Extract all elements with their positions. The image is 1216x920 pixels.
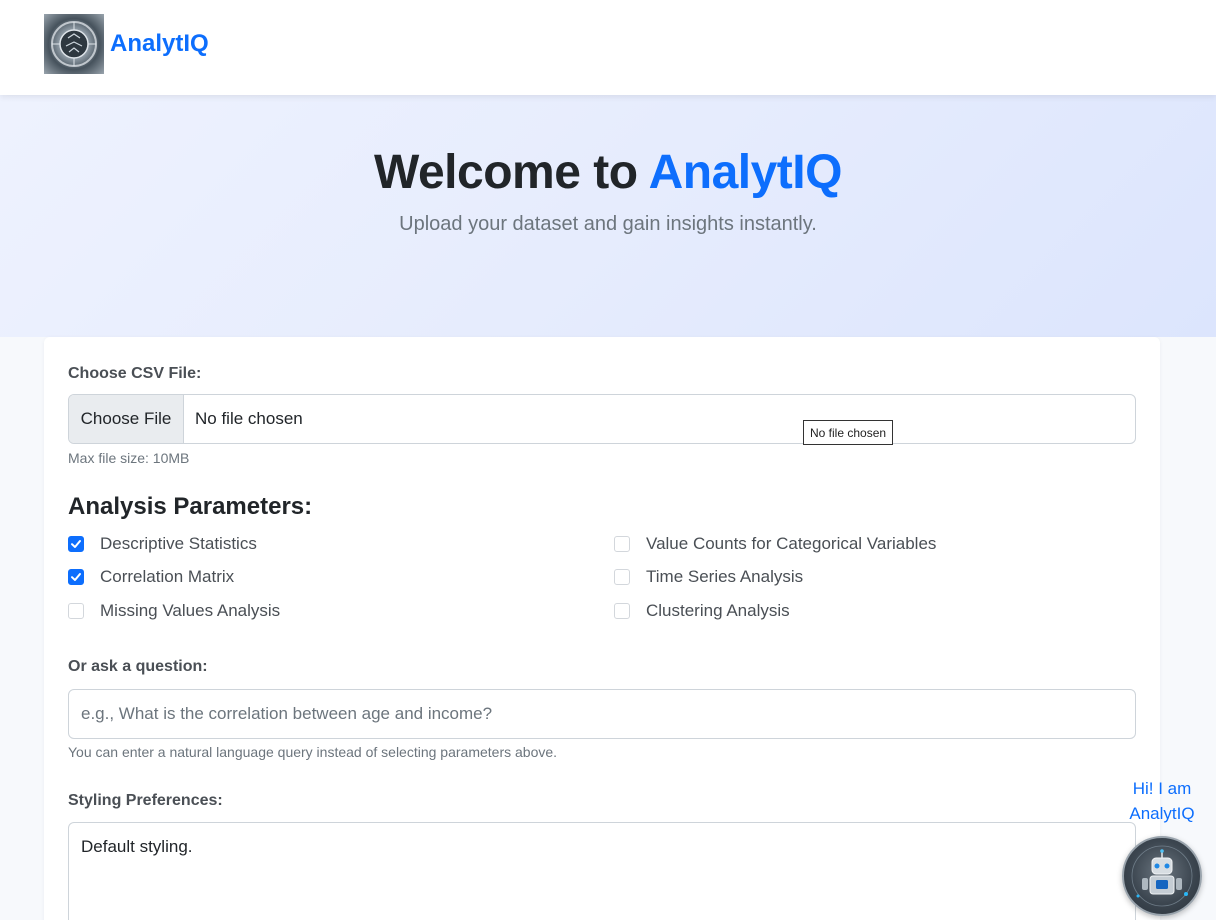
csv-file-input[interactable]: Choose File No file chosen bbox=[68, 394, 1136, 444]
option-label: Time Series Analysis bbox=[646, 567, 804, 586]
file-size-help: Max file size: 10MB bbox=[68, 450, 190, 466]
option-label: Clustering Analysis bbox=[646, 601, 790, 620]
hero-subtitle: Upload your dataset and gain insights in… bbox=[399, 213, 817, 235]
option-missing-values-analysis[interactable]: Missing Values Analysis bbox=[68, 601, 280, 621]
styling-textarea[interactable]: Default styling. bbox=[68, 822, 1136, 920]
choose-file-button[interactable]: Choose File bbox=[69, 395, 184, 443]
csv-file-label: Choose CSV File: bbox=[68, 365, 202, 382]
option-label: Correlation Matrix bbox=[100, 567, 235, 586]
hero-title: Welcome to AnalytIQ bbox=[0, 145, 1216, 200]
option-label: Missing Values Analysis bbox=[100, 601, 281, 620]
option-clustering-analysis[interactable]: Clustering Analysis bbox=[614, 601, 790, 621]
option-descriptive-statistics[interactable]: Descriptive Statistics bbox=[68, 534, 257, 554]
robot-avatar-icon[interactable] bbox=[1122, 836, 1202, 916]
question-help: You can enter a natural language query i… bbox=[68, 744, 558, 760]
circuit-brain-logo-icon bbox=[44, 14, 104, 74]
checkbox-checked-icon[interactable] bbox=[68, 536, 84, 552]
chatbot-greeting-line1: Hi! I am bbox=[1132, 779, 1192, 798]
analysis-parameters-title: Analysis Parameters: bbox=[68, 493, 313, 520]
checkbox-unchecked[interactable] bbox=[614, 569, 630, 585]
hero-section: Welcome to AnalytIQ Upload your dataset … bbox=[0, 95, 1216, 337]
hero-title-accent: AnalytIQ bbox=[648, 146, 843, 199]
file-tooltip: No file chosen bbox=[803, 420, 894, 445]
option-label: Descriptive Statistics bbox=[100, 534, 257, 553]
question-label: Or ask a question: bbox=[68, 658, 208, 675]
checkbox-unchecked[interactable] bbox=[614, 603, 630, 619]
file-status-text: No file chosen bbox=[195, 409, 303, 428]
hero-title-prefix: Welcome to bbox=[374, 146, 649, 199]
option-time-series-analysis[interactable]: Time Series Analysis bbox=[614, 567, 803, 587]
checkbox-unchecked[interactable] bbox=[614, 536, 630, 552]
option-correlation-matrix[interactable]: Correlation Matrix bbox=[68, 567, 234, 587]
question-input[interactable] bbox=[68, 689, 1136, 739]
analysis-form-card: Choose CSV File: Choose File No file cho… bbox=[44, 337, 1160, 920]
option-label: Value Counts for Categorical Variables bbox=[646, 534, 937, 553]
checkbox-unchecked[interactable] bbox=[68, 603, 84, 619]
styling-label: Styling Preferences: bbox=[68, 792, 223, 809]
chatbot-greeting[interactable]: Hi! I am AnalytIQ bbox=[1122, 776, 1202, 826]
brand-name: AnalytIQ bbox=[110, 30, 209, 57]
checkbox-checked-icon[interactable] bbox=[68, 569, 84, 585]
navbar: AnalytIQ bbox=[0, 0, 1216, 95]
option-value-counts[interactable]: Value Counts for Categorical Variables bbox=[614, 534, 936, 554]
chatbot-greeting-line2: AnalytIQ bbox=[1129, 804, 1195, 823]
brand[interactable]: AnalytIQ bbox=[44, 14, 209, 74]
